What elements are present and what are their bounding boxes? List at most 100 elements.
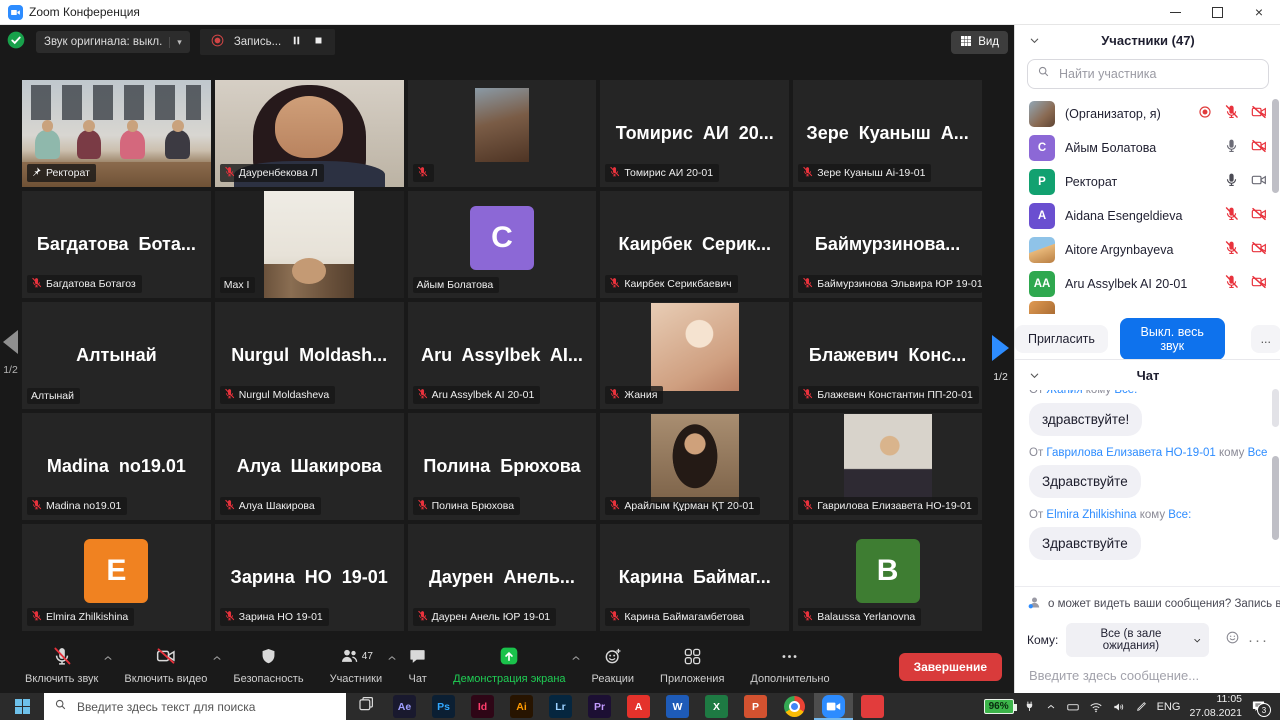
taskbar-photoshop-icon[interactable]: Ps (424, 693, 463, 720)
chevron-down-icon[interactable]: ▾ (169, 37, 182, 48)
collapse-chat-icon[interactable] (1029, 369, 1040, 384)
end-meeting-button[interactable]: Завершение (899, 653, 1002, 681)
camera-on-icon[interactable] (1251, 172, 1267, 193)
camera-off-icon[interactable] (1251, 240, 1267, 261)
mic-muted-icon[interactable] (1224, 240, 1239, 260)
mic-muted-icon[interactable] (1224, 104, 1239, 124)
video-tile[interactable] (408, 80, 597, 187)
participant-row[interactable] (1025, 301, 1271, 314)
minimize-button[interactable] (1154, 0, 1196, 24)
taskbar-lightroom-icon[interactable]: Lr (541, 693, 580, 720)
video-tile[interactable]: Баймурзинова...Баймурзинова Эльвира ЮР 1… (793, 191, 982, 298)
participant-row[interactable]: Aitore Argynbayeva (1025, 233, 1271, 267)
camera-off-icon[interactable] (1251, 104, 1267, 125)
participant-search-box[interactable] (1027, 59, 1269, 89)
mic-muted-icon[interactable] (1224, 274, 1239, 294)
mic-active-icon[interactable] (1224, 172, 1239, 192)
video-tile[interactable]: Madina no19.01Madina no19.01 (22, 413, 211, 520)
notification-center-icon[interactable]: 3 (1251, 699, 1266, 714)
taskbar-search-box[interactable] (44, 693, 346, 720)
taskbar-zoom-icon[interactable] (814, 693, 853, 720)
mute-all-button[interactable]: Выкл. весь звук (1120, 318, 1225, 360)
close-button[interactable]: × (1238, 0, 1280, 24)
recipient-dropdown[interactable]: Все (в зале ожидания) (1066, 623, 1209, 657)
taskbar-illustrator-icon[interactable]: Ai (502, 693, 541, 720)
toolbar-reactions[interactable]: Реакции (579, 640, 648, 693)
toolbar-more[interactable]: Дополнительно (737, 640, 842, 693)
mic-muted-icon[interactable] (1224, 206, 1239, 226)
toolbar-share-screen[interactable]: Демонстрация экрана (440, 640, 578, 693)
participant-row[interactable]: PРекторат (1025, 165, 1271, 199)
camera-off-icon[interactable] (1251, 274, 1267, 295)
video-tile[interactable]: Даурен Анель...Даурен Анель ЮР 19-01 (408, 524, 597, 631)
taskbar-powerpoint-icon[interactable]: P (736, 693, 775, 720)
chat-scrollbar-track[interactable] (1272, 389, 1279, 427)
encryption-shield-icon[interactable] (6, 30, 26, 55)
video-tile[interactable]: Карина Баймаг...Карина Баймагамбетова (600, 524, 789, 631)
video-tile[interactable]: CАйым Болатова (408, 191, 597, 298)
video-tile[interactable]: Max I (215, 191, 404, 298)
battery-indicator[interactable]: 96% (984, 699, 1014, 714)
video-tile[interactable]: Ректорат (22, 80, 211, 187)
taskbar-excel-icon[interactable]: X (697, 693, 736, 720)
camera-off-icon[interactable] (1251, 138, 1267, 159)
toolbar-unmute[interactable]: Включить звук (12, 640, 111, 693)
toolbar-start-video[interactable]: Включить видео (111, 640, 220, 693)
participant-row[interactable]: (Организатор, я) (1025, 97, 1271, 131)
toolbar-apps[interactable]: Приложения (647, 640, 737, 693)
video-tile[interactable]: Зере Куаныш А...Зере Куаныш Ai-19-01 (793, 80, 982, 187)
video-tile[interactable]: Полина БрюховаПолина Брюхова (408, 413, 597, 520)
wifi-icon[interactable] (1089, 700, 1103, 714)
participant-row[interactable]: CАйым Болатова (1025, 131, 1271, 165)
volume-icon[interactable] (1112, 700, 1126, 714)
participant-row[interactable]: AAidana Esengeldieva (1025, 199, 1271, 233)
toolbar-participants[interactable]: 47Участники (317, 640, 396, 693)
video-tile[interactable]: Зарина НО 19-01Зарина НО 19-01 (215, 524, 404, 631)
video-tile[interactable]: АлтынайАлтынай (22, 302, 211, 409)
video-tile[interactable]: Багдатова Бота...Багдатова Ботагоз (22, 191, 211, 298)
video-tile[interactable]: Арайлым Құрман ҚТ 20-01 (600, 413, 789, 520)
start-button[interactable] (0, 693, 44, 720)
video-tile[interactable]: BBalaussa Yerlanovna (793, 524, 982, 631)
invite-button[interactable]: Пригласить (1015, 325, 1108, 353)
taskbar-indesign-icon[interactable]: Id (463, 693, 502, 720)
video-tile[interactable]: Nurgul Moldash...Nurgul Moldasheva (215, 302, 404, 409)
chat-more-icon[interactable]: ··· (1248, 632, 1269, 649)
taskbar-chrome-icon[interactable] (775, 693, 814, 720)
prev-page-arrow[interactable]: 1/2 (3, 330, 18, 376)
video-tile[interactable]: Алуа ШакироваАлуа Шакирова (215, 413, 404, 520)
language-indicator[interactable]: ENG (1157, 701, 1181, 713)
taskbar-premiere-icon[interactable]: Pr (580, 693, 619, 720)
pen-icon[interactable] (1135, 700, 1148, 713)
tray-chevron-up-icon[interactable] (1045, 701, 1057, 713)
participant-search-input[interactable] (1057, 66, 1259, 82)
view-button[interactable]: Вид (951, 31, 1008, 54)
taskbar-clock[interactable]: 11:05 27.08.2021 (1189, 693, 1242, 719)
video-tile[interactable]: Жания (600, 302, 789, 409)
video-tile[interactable]: Aru Assylbek AI...Aru Assylbek AI 20-01 (408, 302, 597, 409)
video-tile[interactable]: Блажевич Конс...Блажевич Константин ПП-2… (793, 302, 982, 409)
taskbar-after-effects-icon[interactable]: Ae (385, 693, 424, 720)
video-tile[interactable]: Каирбек Серик...Каирбек Серикбаевич (600, 191, 789, 298)
participants-more-button[interactable]: ... (1251, 325, 1280, 353)
mic-on-icon[interactable] (1224, 138, 1239, 158)
toolbar-security[interactable]: Безопасность (220, 640, 316, 693)
taskbar-acrobat-icon[interactable]: A (619, 693, 658, 720)
collapse-participants-icon[interactable] (1029, 34, 1040, 49)
next-page-arrow[interactable]: 1/2 (992, 335, 1009, 383)
video-tile[interactable]: Дауренбекова Л (215, 80, 404, 187)
video-tile[interactable]: EElmira Zhilkishina (22, 524, 211, 631)
taskbar-word-icon[interactable]: W (658, 693, 697, 720)
pause-recording-button[interactable] (290, 34, 303, 50)
participants-scrollbar[interactable] (1272, 99, 1279, 193)
toolbar-chat[interactable]: Чат (395, 640, 440, 693)
maximize-button[interactable] (1196, 0, 1238, 24)
video-tile[interactable]: Гаврилова Елизавета НО-19-01 (793, 413, 982, 520)
taskbar-red-app-icon[interactable] (853, 693, 892, 720)
stop-recording-button[interactable] (312, 34, 325, 50)
chat-scrollbar[interactable] (1272, 456, 1279, 540)
participant-row[interactable]: AAAru Assylbek AI 20-01 (1025, 267, 1271, 301)
taskbar-task-view-icon[interactable] (346, 693, 385, 720)
taskbar-search-input[interactable] (75, 699, 336, 715)
original-sound-button[interactable]: Звук оригинала: выкл. ▾ (36, 31, 190, 53)
